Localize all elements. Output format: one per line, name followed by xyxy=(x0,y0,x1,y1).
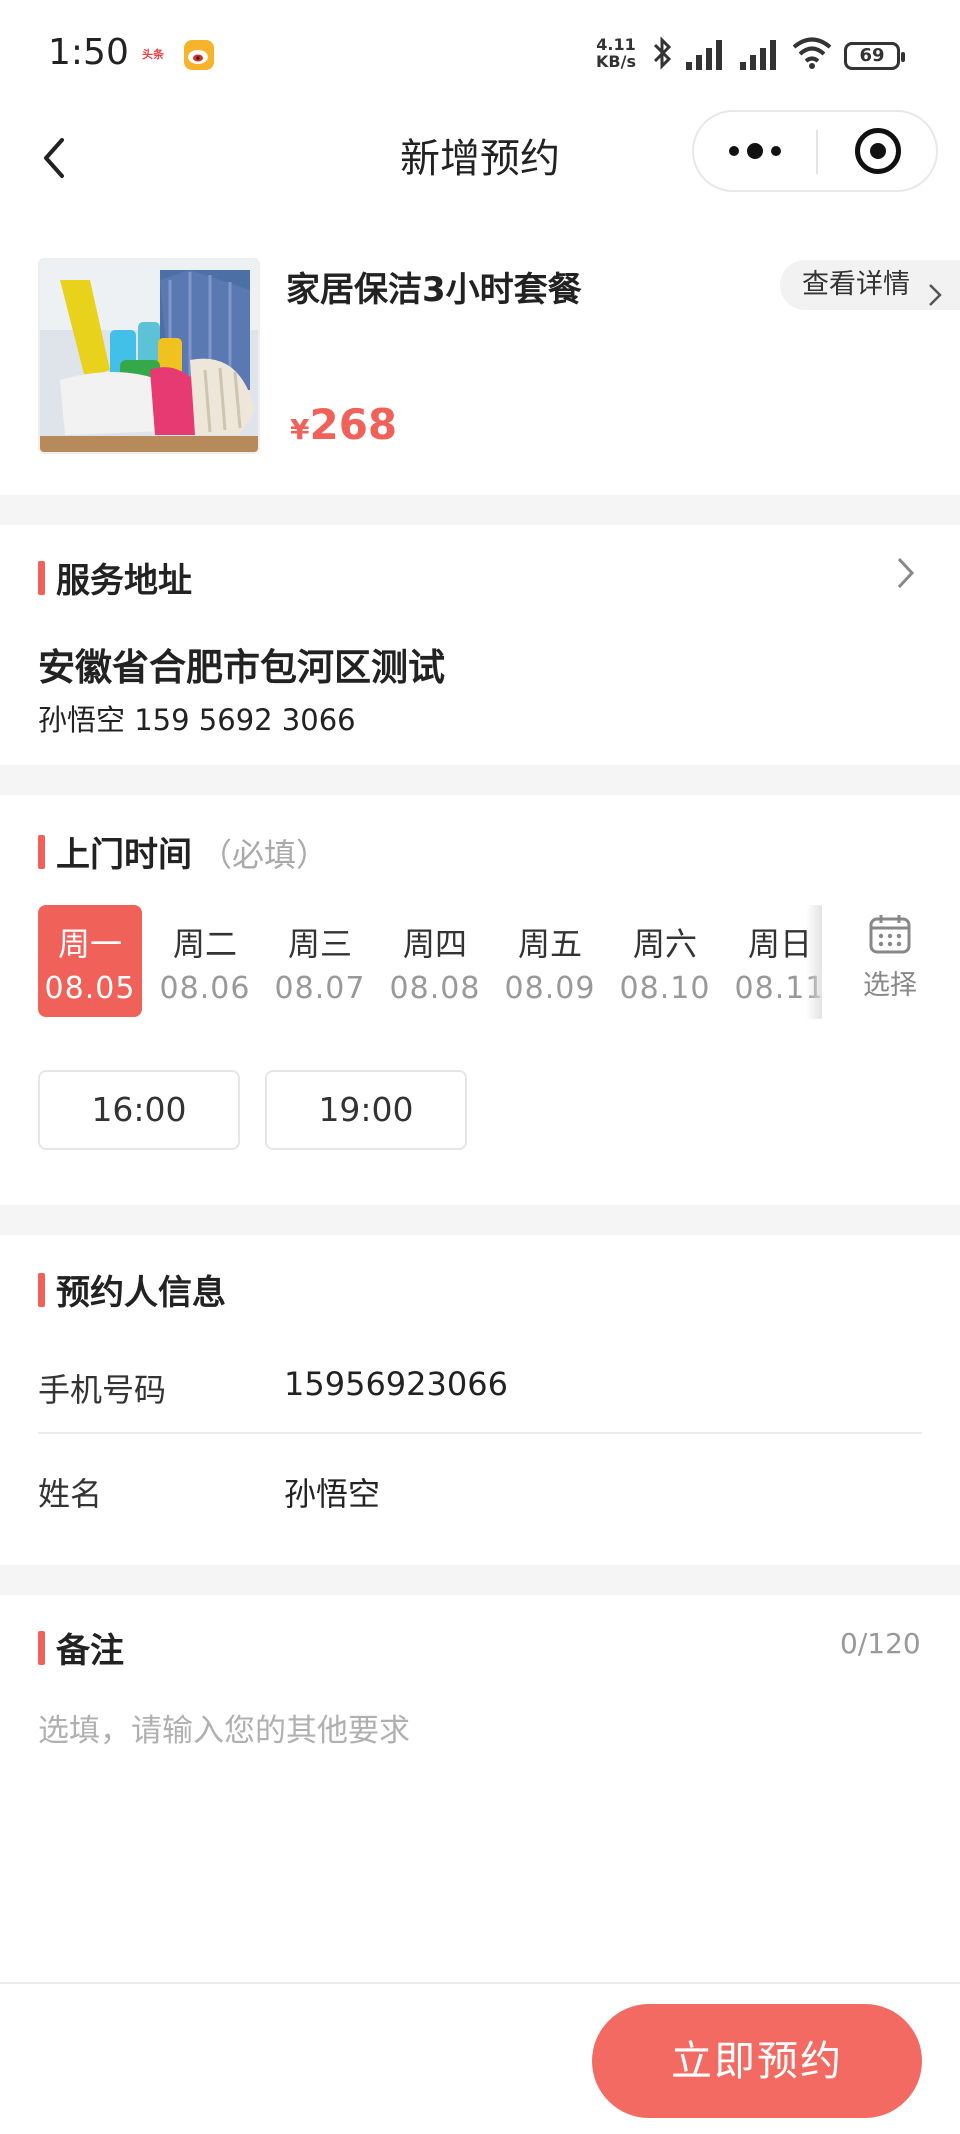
date-option[interactable]: 周四 08.08 xyxy=(383,905,487,1017)
date-day: 08.06 xyxy=(159,971,251,1006)
miniapp-capsule xyxy=(692,110,938,192)
signal-icon-2 xyxy=(740,38,784,74)
address-main: 安徽省合肥市包河区测试 xyxy=(38,646,445,689)
date-option[interactable]: 周二 08.06 xyxy=(153,905,257,1017)
remark-section-title: 备注 xyxy=(38,1623,124,1672)
battery-icon: 69 xyxy=(844,42,905,70)
product-card: 家居保洁3小时套餐 ¥268 查看详情 xyxy=(0,240,960,495)
signal-icon xyxy=(686,38,730,74)
name-row: 姓名 孙悟空 xyxy=(38,1439,922,1543)
bottom-action-bar: 立即预约 xyxy=(0,1982,960,2134)
book-now-button[interactable]: 立即预约 xyxy=(592,2004,922,2118)
name-label: 姓名 xyxy=(38,1475,103,1513)
visit-time-title: 上门时间 （必填） xyxy=(38,827,328,876)
chevron-right-icon xyxy=(928,274,942,324)
date-day: 08.10 xyxy=(619,971,711,1006)
date-day: 08.07 xyxy=(274,971,366,1006)
product-image xyxy=(38,258,260,454)
product-price: ¥268 xyxy=(290,400,397,449)
section-gap xyxy=(0,1565,960,1595)
section-gap xyxy=(0,495,960,525)
section-gap xyxy=(0,1205,960,1235)
visit-time-section: 上门时间 （必填） 周一 08.05 周二 08.06 周三 08.07 周四 0… xyxy=(0,795,960,1205)
phone-label: 手机号码 xyxy=(38,1371,167,1409)
weibo-app-icon xyxy=(184,40,214,70)
status-bar: 1:50 头条 4.11 KB/s 69 xyxy=(0,0,960,110)
remark-char-counter: 0/120 xyxy=(840,1627,921,1660)
date-weekday: 周一 xyxy=(57,925,122,963)
calendar-icon xyxy=(868,915,912,959)
toutiao-app-icon: 头条 xyxy=(142,48,164,61)
date-day: 08.09 xyxy=(504,971,596,1006)
phone-field[interactable]: 15956923066 xyxy=(284,1365,904,1403)
time-slot-button[interactable]: 16:00 xyxy=(38,1070,240,1150)
date-day: 08.08 xyxy=(389,971,481,1006)
date-option[interactable]: 周三 08.07 xyxy=(268,905,372,1017)
close-target-icon[interactable] xyxy=(818,112,938,190)
booker-section: 预约人信息 手机号码 15956923066 姓名 孙悟空 xyxy=(0,1235,960,1565)
address-section[interactable]: 服务地址 安徽省合肥市包河区测试 孙悟空 159 5692 3066 xyxy=(0,525,960,765)
date-weekday: 周五 xyxy=(517,925,582,963)
network-speed-value: 4.11 xyxy=(596,35,636,54)
date-weekday: 周三 xyxy=(287,925,352,963)
more-dots-icon[interactable] xyxy=(694,112,816,190)
section-gap xyxy=(0,765,960,795)
date-weekday: 周二 xyxy=(172,925,237,963)
wifi-icon xyxy=(792,36,832,74)
price-currency: ¥ xyxy=(290,413,310,446)
calendar-label: 选择 xyxy=(863,970,917,1001)
remark-input[interactable] xyxy=(38,1705,922,1905)
booker-section-title: 预约人信息 xyxy=(38,1265,226,1314)
name-field[interactable]: 孙悟空 xyxy=(284,1469,904,1515)
date-option[interactable]: 周一 08.05 xyxy=(38,905,142,1017)
date-selector: 周一 08.05 周二 08.06 周三 08.07 周四 08.08 周五 0… xyxy=(38,905,820,1019)
time-slot-button[interactable]: 19:00 xyxy=(265,1070,467,1150)
field-divider xyxy=(38,1432,922,1434)
address-section-title: 服务地址 xyxy=(38,553,192,602)
nav-bar: 新增预约 xyxy=(0,110,960,240)
calendar-picker-button[interactable]: 选择 xyxy=(848,913,932,1003)
date-weekday: 周六 xyxy=(632,925,697,963)
network-speed-unit: KB/s xyxy=(596,52,636,71)
scroll-fade xyxy=(806,905,822,1019)
status-time: 1:50 xyxy=(48,32,129,73)
product-name: 家居保洁3小时套餐 xyxy=(286,270,582,310)
required-hint: （必填） xyxy=(200,836,329,874)
date-weekday: 周四 xyxy=(402,925,467,963)
remark-section: 备注 0/120 xyxy=(0,1595,960,1982)
date-day: 08.05 xyxy=(44,971,136,1006)
view-details-label: 查看详情 xyxy=(802,269,910,300)
view-details-button[interactable]: 查看详情 xyxy=(780,260,960,310)
address-contact: 孙悟空 159 5692 3066 xyxy=(38,703,356,737)
visit-time-title-text: 上门时间 xyxy=(56,835,192,875)
phone-row: 手机号码 15956923066 xyxy=(38,1335,922,1439)
date-option[interactable]: 周六 08.10 xyxy=(613,905,717,1017)
date-option[interactable]: 周五 08.09 xyxy=(498,905,602,1017)
price-value: 268 xyxy=(309,400,398,449)
bluetooth-icon xyxy=(652,36,674,74)
network-speed: 4.11 KB/s xyxy=(596,36,636,70)
chevron-right-icon[interactable] xyxy=(896,555,916,595)
